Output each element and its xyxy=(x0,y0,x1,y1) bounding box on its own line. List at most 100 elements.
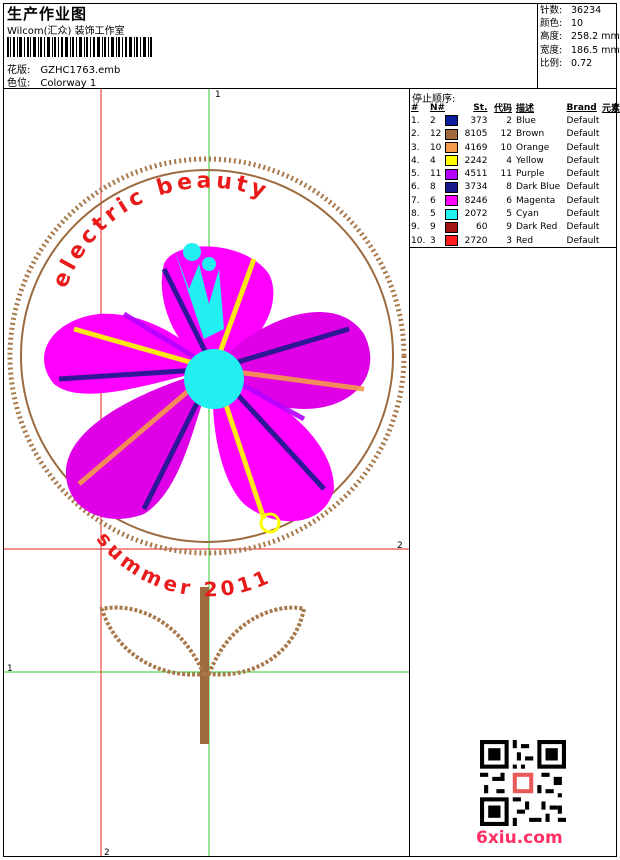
col-description: 描述 xyxy=(516,104,535,115)
row-index: 2. xyxy=(411,129,420,140)
row-element xyxy=(602,194,620,207)
guide-label-green-top: 1 xyxy=(215,90,221,100)
stat-scale: 比例: 0.72 xyxy=(540,57,593,69)
row-element xyxy=(602,114,620,127)
row-code: 2 xyxy=(506,115,512,126)
stat-colors: 颜色: 10 xyxy=(540,18,584,30)
color-swatch xyxy=(445,208,459,220)
row-index: 3. xyxy=(411,142,420,153)
row-needle: 4 xyxy=(429,155,436,166)
row-stitches: 8105 xyxy=(464,129,488,140)
right-leaf xyxy=(206,605,307,677)
row-stitches: 373 xyxy=(470,115,488,126)
row-brand: Default xyxy=(566,235,600,246)
row-needle: 11 xyxy=(429,169,442,180)
row-code: 3 xyxy=(506,235,512,246)
row-needle: 6 xyxy=(429,195,436,206)
row-code: 4 xyxy=(506,155,512,166)
row-code: 12 xyxy=(500,129,512,140)
row-index: 6. xyxy=(411,182,420,193)
color-swatch xyxy=(445,155,459,167)
watermark-logo: 6xiu.com xyxy=(476,828,563,848)
color-swatch xyxy=(445,235,459,247)
color-swatch xyxy=(445,142,459,154)
row-description: Brown xyxy=(516,129,545,140)
row-needle: 8 xyxy=(429,182,436,193)
row-brand: Default xyxy=(566,195,600,206)
row-brand: Default xyxy=(566,222,600,233)
row-swatch xyxy=(445,141,460,154)
row-stitches: 8246 xyxy=(464,195,488,206)
row-brand: Default xyxy=(566,115,600,126)
row-index: 5. xyxy=(411,169,420,180)
row-code: 8 xyxy=(506,182,512,193)
qr-code xyxy=(480,740,566,826)
page-title: 生产作业图 xyxy=(7,5,88,23)
colorway-label: 色位: xyxy=(7,78,31,89)
row-brand: Default xyxy=(566,182,600,193)
guide-label-red-bottom: 2 xyxy=(104,848,110,856)
row-description: Orange xyxy=(516,142,550,153)
color-row: 1. 2 373 2 Blue Default xyxy=(411,114,620,127)
row-swatch xyxy=(445,234,460,247)
row-element xyxy=(602,128,620,141)
stats-panel: 针数: 36234 颜色: 10 高度: 258.2 mm 宽度: 186.5 mm 比… xyxy=(540,4,620,70)
color-swatch xyxy=(445,181,459,193)
row-swatch xyxy=(445,181,460,194)
row-swatch xyxy=(445,207,460,220)
col-swatch xyxy=(445,101,460,114)
color-swatch xyxy=(445,115,459,127)
color-row: 3. 10 4169 10 Orange Default xyxy=(411,141,620,154)
row-code: 5 xyxy=(506,209,512,220)
row-element xyxy=(602,141,620,154)
row-swatch xyxy=(445,221,460,234)
row-description: Yellow xyxy=(516,155,544,166)
row-element xyxy=(602,221,620,234)
row-brand: Default xyxy=(566,129,600,140)
color-swatch xyxy=(445,195,459,207)
color-row: 7. 6 8246 6 Magenta Default xyxy=(411,194,620,207)
left-leaf xyxy=(99,605,207,677)
stat-width: 宽度: 186.5 mm xyxy=(540,44,620,56)
row-stitches: 2242 xyxy=(464,155,488,166)
row-description: Red xyxy=(516,235,534,246)
row-brand: Default xyxy=(566,169,600,180)
row-index: 8. xyxy=(411,209,420,220)
colorway-line: 色位: Colorway 1 xyxy=(7,74,96,89)
row-element xyxy=(602,207,620,220)
row-code: 10 xyxy=(500,142,512,153)
row-description: Purple xyxy=(516,169,545,180)
guide-label-green-left: 1 xyxy=(7,664,13,674)
stat-stitches: 针数: 36234 xyxy=(540,5,602,16)
color-row: 4. 4 2242 4 Yellow Default xyxy=(411,154,620,167)
color-sequence-table: # N# St. 代码 描述 Brand 元素 1. 2 373 2 Blue Defau… xyxy=(411,101,620,247)
col-brand: Brand xyxy=(566,102,597,113)
color-row: 9. 9 60 9 Dark Red Default xyxy=(411,221,620,234)
row-swatch xyxy=(445,114,460,127)
color-row: 8. 5 2072 5 Cyan Default xyxy=(411,207,620,220)
col-stitches: St. xyxy=(473,102,488,113)
row-index: 7. xyxy=(411,195,420,206)
guide-label-red-right: 2 xyxy=(397,541,403,551)
row-stitches: 60 xyxy=(476,222,488,233)
row-element xyxy=(602,234,620,247)
row-swatch xyxy=(445,194,460,207)
row-brand: Default xyxy=(566,155,600,166)
row-needle: 2 xyxy=(429,115,436,126)
row-stitches: 4511 xyxy=(464,169,488,180)
row-index: 10. xyxy=(411,235,426,246)
row-swatch xyxy=(445,128,460,141)
panel-divider xyxy=(409,88,410,857)
color-swatch xyxy=(445,168,459,180)
row-needle: 9 xyxy=(429,222,436,233)
col-element: 元素 xyxy=(601,104,620,115)
row-brand: Default xyxy=(566,142,600,153)
stats-divider xyxy=(537,3,538,88)
col-needle: N# xyxy=(429,102,446,113)
row-element xyxy=(602,167,620,180)
row-index: 9. xyxy=(411,222,420,233)
row-description: Cyan xyxy=(516,209,539,220)
row-element xyxy=(602,154,620,167)
row-brand: Default xyxy=(566,209,600,220)
row-index: 4. xyxy=(411,155,420,166)
